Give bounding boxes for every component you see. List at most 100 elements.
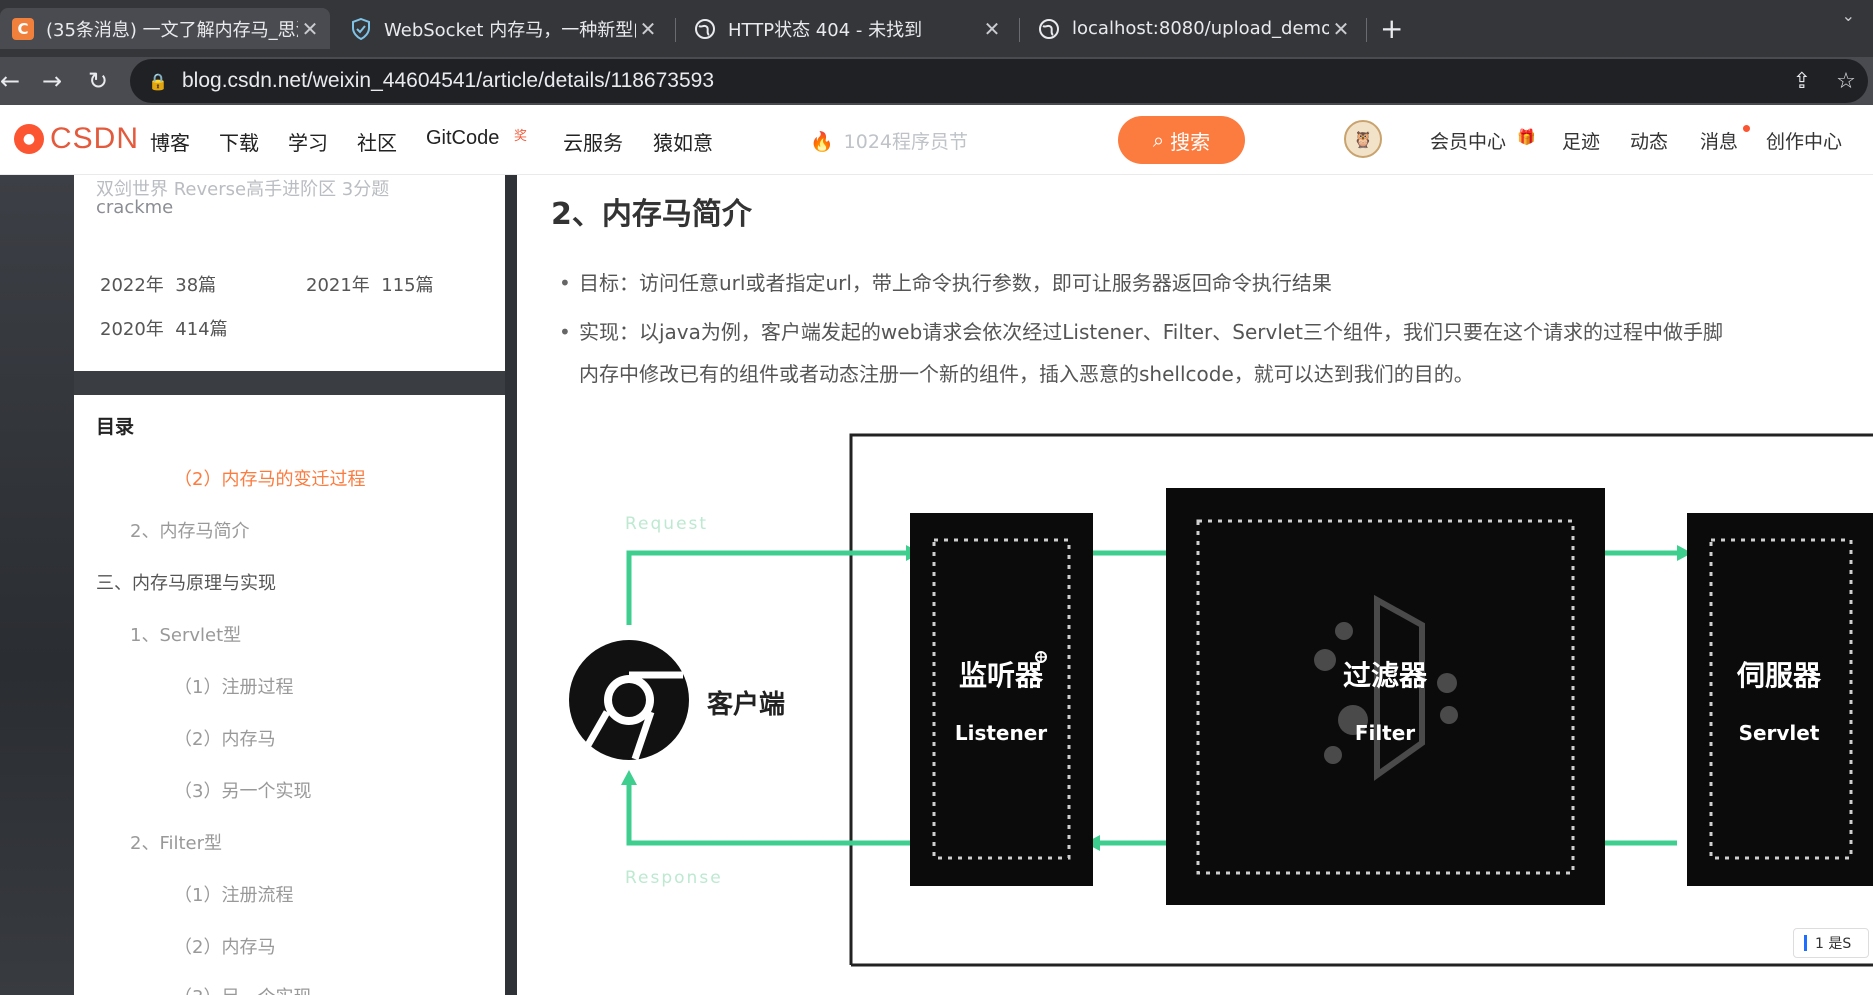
forward-arrow-icon[interactable]: → (34, 63, 70, 99)
mouse-cursor-icon (1035, 651, 1047, 663)
search-icon: ⌕ (1152, 128, 1165, 152)
tab-title: HTTP状态 404 - 未找到 (728, 19, 923, 41)
client-label: 客户端 (707, 689, 785, 720)
gitcode-badge: 奖 (514, 129, 528, 144)
nav-gitcode[interactable]: GitCode (426, 127, 499, 150)
nav-download[interactable]: 下载 (219, 127, 259, 156)
toc-item[interactable]: （3）另一个实现 (174, 983, 311, 995)
related-article-tail[interactable]: crackme (96, 197, 173, 218)
toc-item[interactable]: （1）注册过程 (174, 673, 293, 699)
archive-2021[interactable]: 2021年 115篇 (306, 271, 434, 297)
globe-icon (1038, 18, 1060, 40)
archive-count: 414篇 (175, 319, 228, 340)
client-browser-icon (569, 640, 689, 761)
toc-item[interactable]: 三、内存马原理与实现 (96, 569, 276, 595)
nav-creator-center[interactable]: 创作中心 (1766, 127, 1842, 154)
tab-csdn-article[interactable]: C (35条消息) 一文了解内存马_思源 ✕ (0, 8, 330, 49)
page-background (0, 175, 74, 995)
close-icon[interactable]: ✕ (980, 17, 1004, 41)
response-arrow-head (621, 770, 637, 785)
message-dot (1743, 125, 1750, 132)
toc-item[interactable]: 2、Filter型 (130, 829, 222, 855)
toc-item[interactable]: （2）内存马 (174, 933, 275, 959)
filter-en: Filter (1355, 721, 1415, 745)
archive-2020[interactable]: 2020年 414篇 (100, 315, 228, 341)
tab-websocket[interactable]: WebSocket 内存马，一种新型内 ✕ (338, 8, 668, 49)
gift-icon: 🎁 (1517, 128, 1536, 146)
filter-block: 过滤器 Filter (1166, 488, 1605, 905)
nav-vip-center[interactable]: 会员中心 (1430, 127, 1506, 154)
url-text[interactable]: blog.csdn.net/weixin_44604541/article/de… (182, 69, 1780, 93)
sidebar-gap (74, 371, 505, 395)
nav-activity[interactable]: 动态 (1630, 127, 1668, 154)
tab-localhost[interactable]: localhost:8080/upload_demo_ ✕ (1026, 8, 1361, 49)
toc-item[interactable]: （1）注册流程 (174, 881, 293, 907)
servlet-en: Servlet (1739, 721, 1820, 745)
response-label: Response (625, 868, 723, 888)
lock-icon[interactable]: 🔒 (148, 72, 170, 91)
nav-learn[interactable]: 学习 (288, 127, 328, 156)
new-tab-button[interactable]: + (1380, 12, 1403, 45)
servlet-block: 伺服器 Servlet (1687, 513, 1873, 886)
logo-text: CSDN (50, 122, 140, 155)
shield-icon (350, 17, 372, 40)
archive-year: 2020年 (100, 319, 164, 340)
filter-cn: 过滤器 (1343, 659, 1428, 692)
address-bar[interactable]: 🔒 blog.csdn.net/weixin_44604541/article/… (130, 59, 1868, 103)
csdn-favicon-icon: C (12, 17, 34, 40)
archive-year: 2022年 (100, 275, 164, 296)
tab-separator (1366, 18, 1367, 42)
browser-toolbar: ← → ↻ 🔒 blog.csdn.net/weixin_44604541/ar… (0, 57, 1873, 105)
tab-title: WebSocket 内存马，一种新型内 (384, 19, 636, 41)
sidebar-scrollbar[interactable] (505, 175, 517, 995)
search-button[interactable]: ⌕ 搜索 (1118, 116, 1245, 164)
listener-cn: 监听器 (959, 659, 1044, 692)
reload-icon[interactable]: ↻ (80, 63, 116, 99)
listener-en: Listener (955, 721, 1047, 745)
hot-search-placeholder[interactable]: 🔥 1024程序员节 (810, 127, 968, 154)
csdn-header: ● CSDN 博客 下载 学习 社区 GitCode 奖 云服务 猿如意 🔥 10… (0, 105, 1873, 175)
tab-search-chevron-icon[interactable]: ⌄ (1842, 6, 1855, 25)
bookmark-star-icon[interactable]: ☆ (1824, 69, 1868, 94)
toc-title: 目录 (96, 416, 135, 438)
nav-yuanruyi[interactable]: 猿如意 (653, 127, 713, 156)
share-icon[interactable]: ⇪ (1780, 69, 1824, 94)
hot-search-text: 1024程序员节 (843, 131, 969, 153)
csdn-logo[interactable]: ● CSDN (14, 122, 139, 156)
archive-count: 115篇 (381, 275, 434, 296)
toc-item[interactable]: 2、内存马简介 (130, 517, 249, 543)
archive-count: 38篇 (175, 275, 217, 296)
user-avatar[interactable]: 🦉 (1344, 120, 1382, 158)
archive-year: 2021年 (306, 275, 370, 296)
flame-icon: 🔥 (810, 131, 834, 153)
tab-http-404[interactable]: HTTP状态 404 - 未找到 ✕ (682, 8, 1012, 49)
listener-block: 监听器 Listener (910, 513, 1093, 886)
servlet-cn: 伺服器 (1736, 659, 1822, 692)
search-label: 搜索 (1170, 129, 1211, 154)
nav-cloud[interactable]: 云服务 (563, 127, 623, 156)
toc-item[interactable]: 1、Servlet型 (130, 621, 241, 647)
tab-separator (1019, 18, 1020, 42)
tab-separator (675, 18, 676, 42)
toc-item[interactable]: （2）内存马的变迁过程 (174, 465, 365, 491)
nav-community[interactable]: 社区 (357, 127, 397, 156)
request-label: Request (625, 514, 708, 534)
nav-blog[interactable]: 博客 (150, 127, 190, 156)
nav-footprint[interactable]: 足迹 (1562, 127, 1600, 154)
request-arrow (626, 550, 906, 625)
tab-title: (35条消息) 一文了解内存马_思源 (46, 19, 298, 41)
archive-card: 双剑世界 Reverse高手进阶区 3分题 crackme 2022年 38篇 … (74, 175, 505, 371)
toc-item[interactable]: （3）另一个实现 (174, 777, 311, 803)
close-icon[interactable]: ✕ (298, 17, 322, 41)
article-content: 2、内存马简介 目标：访问任意url或者指定url，带上命令执行参数，即可让服务… (517, 175, 1873, 995)
floating-ime-tag[interactable]: 1 是S (1793, 928, 1869, 958)
archive-2022[interactable]: 2022年 38篇 (100, 271, 216, 297)
tab-title: localhost:8080/upload_demo_ (1072, 18, 1329, 39)
toc-item[interactable]: （2）内存马 (174, 725, 275, 751)
globe-icon (694, 18, 716, 40)
close-icon[interactable]: ✕ (636, 17, 660, 41)
csdn-mascot-icon: ● (14, 124, 44, 154)
back-arrow-icon[interactable]: ← (0, 63, 28, 99)
close-icon[interactable]: ✕ (1329, 17, 1353, 41)
nav-messages[interactable]: 消息 (1700, 127, 1738, 154)
